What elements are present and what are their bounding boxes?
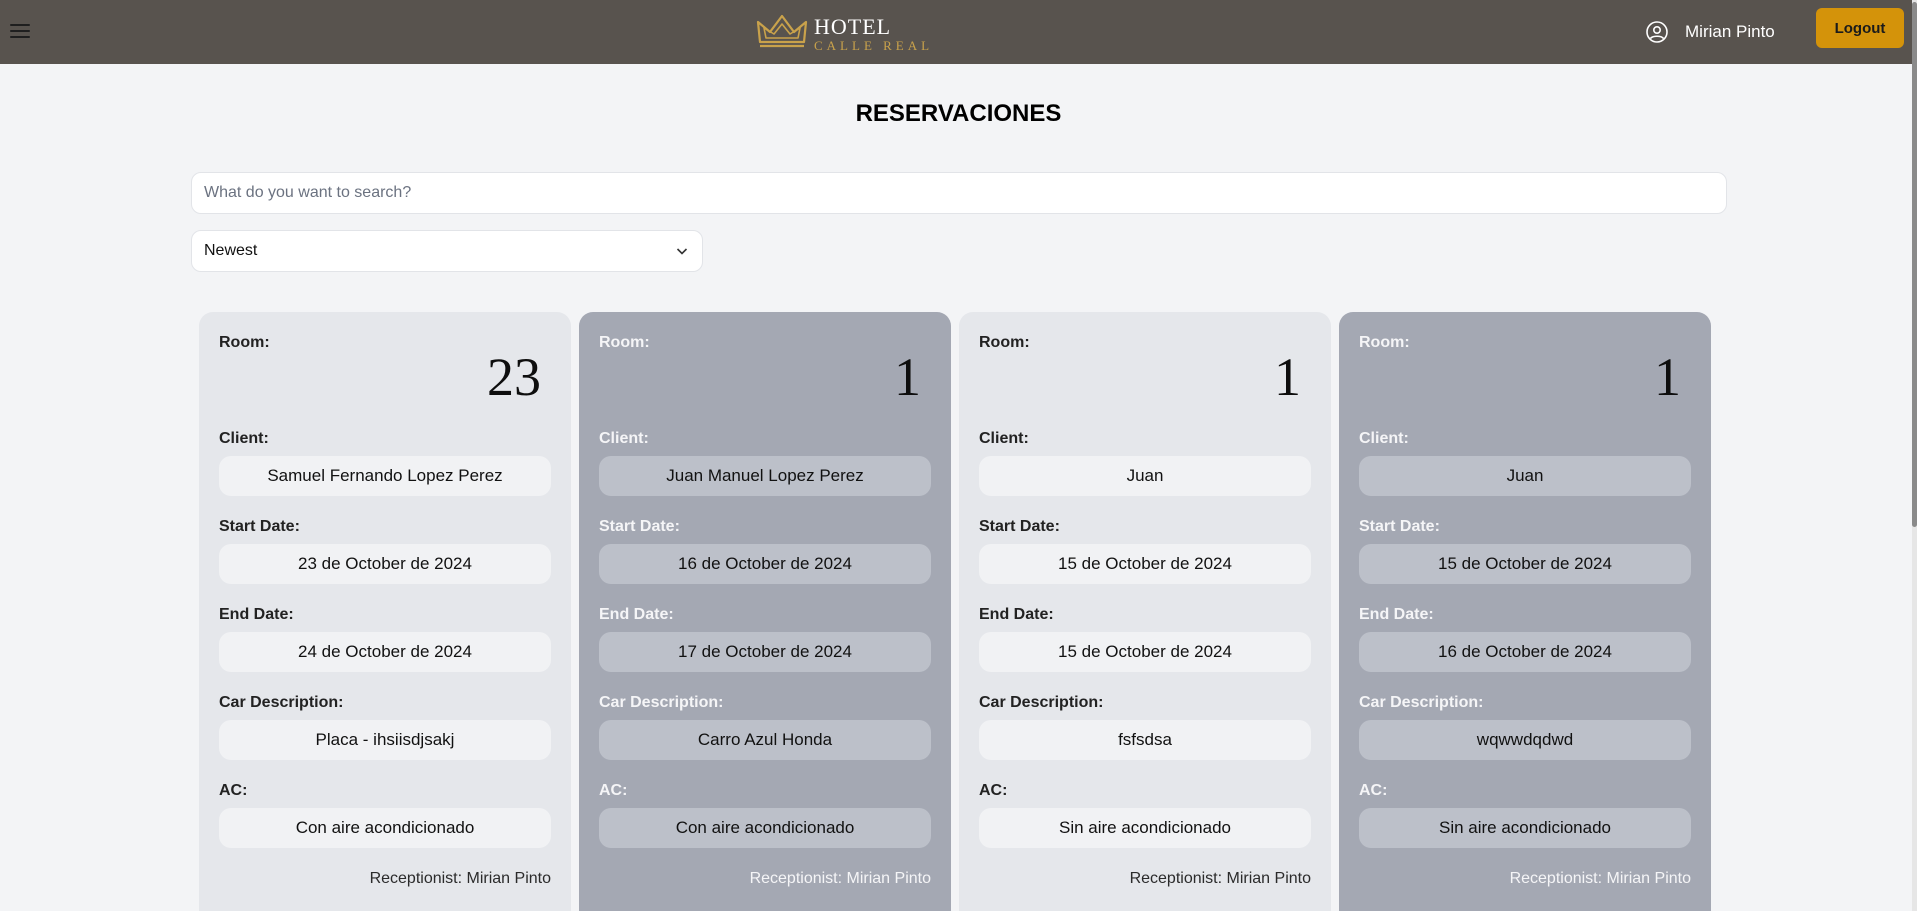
receptionist-name: Receptionist: Mirian Pinto xyxy=(1509,870,1691,887)
start-date-label: Start Date: xyxy=(599,518,680,535)
logo-subtitle: CALLE REAL xyxy=(814,38,934,53)
receptionist-name: Receptionist: Mirian Pinto xyxy=(1129,870,1311,887)
room-number: 1 xyxy=(894,347,921,407)
crown-icon xyxy=(756,14,808,48)
end-date-value: 16 de October de 2024 xyxy=(1359,632,1691,672)
reservation-cards: Room: 23 Client: Samuel Fernando Lopez P… xyxy=(199,312,1719,911)
receptionist-name: Receptionist: Mirian Pinto xyxy=(369,870,551,887)
start-date-label: Start Date: xyxy=(1359,518,1440,535)
receptionist-name: Receptionist: Mirian Pinto xyxy=(749,870,931,887)
client-label: Client: xyxy=(1359,430,1409,447)
ac-value: Sin aire acondicionado xyxy=(979,808,1311,848)
ac-value: Con aire acondicionado xyxy=(219,808,551,848)
page-title: RESERVACIONES xyxy=(855,100,1062,127)
hotel-logo[interactable]: HOTEL CALLE REAL xyxy=(756,10,929,54)
client-label: Client: xyxy=(599,430,649,447)
room-number: 23 xyxy=(487,347,541,407)
car-description-value: wqwwdqdwd xyxy=(1359,720,1691,760)
end-date-label: End Date: xyxy=(219,606,294,623)
start-date-value: 16 de October de 2024 xyxy=(599,544,931,584)
room-number: 1 xyxy=(1274,347,1301,407)
client-value: Samuel Fernando Lopez Perez xyxy=(219,456,551,496)
ac-label: AC: xyxy=(599,782,628,799)
room-label: Room: xyxy=(219,334,270,351)
start-date-value: 15 de October de 2024 xyxy=(979,544,1311,584)
client-value: Juan xyxy=(1359,456,1691,496)
car-description-label: Car Description: xyxy=(1359,694,1484,711)
ac-value: Sin aire acondicionado xyxy=(1359,808,1691,848)
reservation-card[interactable]: Room: 1 Client: Juan Start Date: 15 de O… xyxy=(1339,312,1711,911)
room-label: Room: xyxy=(979,334,1030,351)
logout-button[interactable]: Logout xyxy=(1816,8,1904,48)
end-date-value: 17 de October de 2024 xyxy=(599,632,931,672)
room-number: 1 xyxy=(1654,347,1681,407)
logo-title: HOTEL xyxy=(814,14,892,39)
ac-label: AC: xyxy=(219,782,248,799)
end-date-label: End Date: xyxy=(1359,606,1434,623)
scrollbar-thumb[interactable] xyxy=(1912,2,1917,527)
user-circle-icon xyxy=(1646,21,1668,43)
top-bar: HOTEL CALLE REAL Mirian Pinto Logout xyxy=(0,0,1917,64)
sort-selected-value: Newest xyxy=(204,242,258,259)
start-date-label: Start Date: xyxy=(219,518,300,535)
client-label: Client: xyxy=(219,430,269,447)
car-description-value: Placa - ihsiisdjsakj xyxy=(219,720,551,760)
end-date-label: End Date: xyxy=(979,606,1054,623)
sort-select[interactable]: Newest xyxy=(191,230,703,272)
room-label: Room: xyxy=(1359,334,1410,351)
scrollbar-track[interactable] xyxy=(1912,0,1917,911)
reservation-card[interactable]: Room: 1 Client: Juan Manuel Lopez Perez … xyxy=(579,312,951,911)
end-date-value: 24 de October de 2024 xyxy=(219,632,551,672)
end-date-value: 15 de October de 2024 xyxy=(979,632,1311,672)
car-description-value: fsfsdsa xyxy=(979,720,1311,760)
hamburger-menu-icon[interactable] xyxy=(10,20,30,44)
start-date-value: 23 de October de 2024 xyxy=(219,544,551,584)
ac-label: AC: xyxy=(1359,782,1388,799)
car-description-label: Car Description: xyxy=(219,694,344,711)
start-date-label: Start Date: xyxy=(979,518,1060,535)
client-value: Juan Manuel Lopez Perez xyxy=(599,456,931,496)
ac-label: AC: xyxy=(979,782,1008,799)
car-description-label: Car Description: xyxy=(979,694,1104,711)
car-description-label: Car Description: xyxy=(599,694,724,711)
end-date-label: End Date: xyxy=(599,606,674,623)
user-profile[interactable]: Mirian Pinto xyxy=(1645,20,1775,44)
reservation-card[interactable]: Room: 23 Client: Samuel Fernando Lopez P… xyxy=(199,312,571,911)
client-value: Juan xyxy=(979,456,1311,496)
start-date-value: 15 de October de 2024 xyxy=(1359,544,1691,584)
car-description-value: Carro Azul Honda xyxy=(599,720,931,760)
ac-value: Con aire acondicionado xyxy=(599,808,931,848)
user-name: Mirian Pinto xyxy=(1685,22,1775,41)
search-input[interactable] xyxy=(191,172,1727,214)
client-label: Client: xyxy=(979,430,1029,447)
chevron-down-icon xyxy=(676,248,688,255)
reservation-card[interactable]: Room: 1 Client: Juan Start Date: 15 de O… xyxy=(959,312,1331,911)
room-label: Room: xyxy=(599,334,650,351)
